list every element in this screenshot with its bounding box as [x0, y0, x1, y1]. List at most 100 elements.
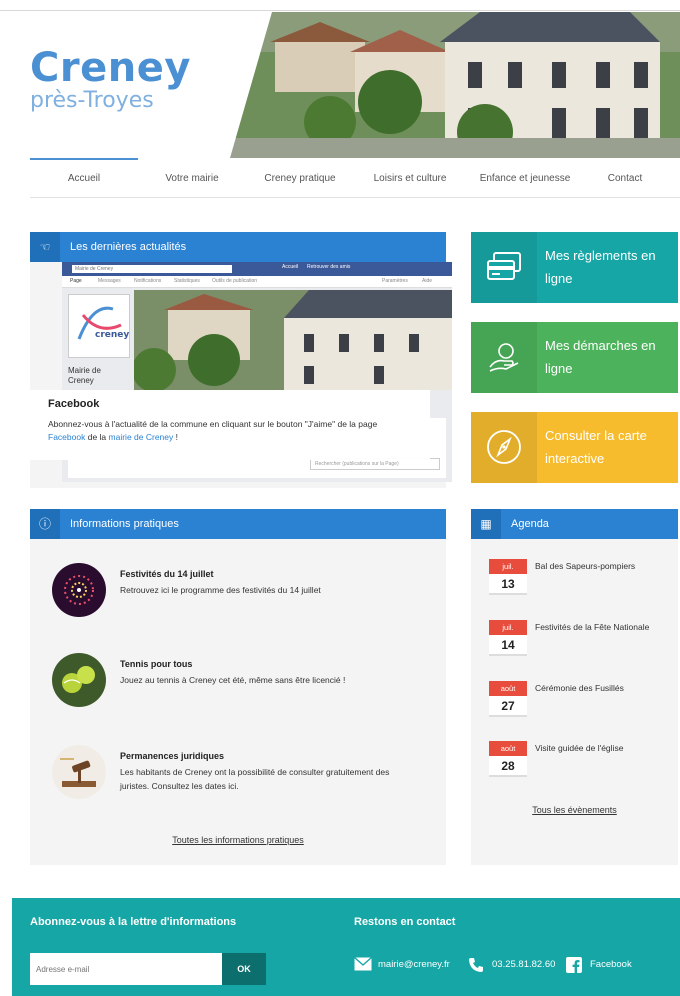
- contact-facebook-link[interactable]: Facebook: [566, 956, 656, 974]
- nav-item-enfance-jeunesse[interactable]: Enfance et jeunesse: [470, 160, 580, 198]
- fb-bar-link-friends: Retrouver des amis: [307, 264, 351, 270]
- fb-bar-link-home: Accueil: [282, 264, 299, 270]
- all-info-link[interactable]: Toutes les informations pratiques: [30, 835, 446, 845]
- event-day: 13: [501, 577, 515, 591]
- tile-label-carte: Consulter la carte interactive: [545, 428, 647, 466]
- news-panel: ☜ Les dernières actualités Mairie de Cre…: [30, 232, 452, 488]
- contact-email-link[interactable]: mairie@creney.fr: [354, 956, 464, 974]
- agenda-panel-header: ▦ Agenda: [471, 509, 678, 539]
- info-title-festivites: Festivités du 14 juillet: [120, 569, 214, 579]
- event-month: août: [489, 741, 527, 756]
- fb-logo-text: creney: [95, 330, 129, 340]
- event-title: Cérémonie des Fusillés: [535, 683, 624, 693]
- fireworks-thumbnail: [52, 563, 106, 617]
- facebook-icon: [566, 957, 582, 973]
- post-text-part1: Abonnez-vous à l'actualité de la commune…: [48, 419, 378, 429]
- justice-thumbnail: [52, 745, 106, 799]
- event-title: Bal des Sapeurs-pompiers: [535, 561, 636, 571]
- hero-image: [230, 12, 680, 158]
- agenda-panel: ▦ Agenda juil. 13 Bal des Sapeurs-pompie…: [471, 509, 678, 865]
- nav-item-votre-mairie[interactable]: Votre mairie: [142, 160, 242, 198]
- info-title-permanences: Permanences juridiques: [120, 751, 225, 761]
- info-desc-permanences: Les habitants de Creney ont la possibili…: [120, 767, 390, 791]
- all-events-link[interactable]: Tous les évènements: [471, 805, 678, 815]
- contact-phone: 03.25.81.82.60: [492, 959, 556, 970]
- facebook-link[interactable]: Facebook: [48, 432, 85, 442]
- main-nav: Accueil Votre mairie Creney pratique Loi…: [30, 158, 680, 198]
- post-text-part2: de la: [87, 432, 107, 442]
- site-header: Creney près-Troyes: [0, 0, 680, 160]
- fb-page-avatar: creney: [68, 294, 130, 358]
- hand-icon: [471, 322, 537, 393]
- site-subtitle: près-Troyes: [30, 88, 154, 113]
- info-title-tennis: Tennis pour tous: [120, 659, 193, 669]
- fb-page-name: Mairie de Creney: [68, 366, 101, 385]
- tennis-thumbnail: [52, 653, 106, 707]
- nav-item-loisirs-culture[interactable]: Loisirs et culture: [360, 160, 460, 198]
- event-title: Visite guidée de l'église: [535, 743, 624, 753]
- post-text: Abonnez-vous à l'actualité de la commune…: [48, 418, 412, 444]
- nav-item-creney-pratique[interactable]: Creney pratique: [250, 160, 350, 198]
- site-name: Creney: [30, 45, 191, 91]
- tile-demarches-en-ligne[interactable]: Mes démarches en ligne: [471, 322, 678, 393]
- fb-tab-tools: Outils de publication: [212, 278, 258, 284]
- credit-card-icon: [471, 232, 537, 303]
- news-panel-header: ☜ Les dernières actualités: [30, 232, 446, 262]
- tile-label-demarches: Mes démarches en ligne: [545, 338, 656, 376]
- phone-icon: [469, 958, 483, 972]
- event-day: 27: [501, 699, 515, 713]
- fb-tab-help: Aide: [422, 278, 433, 284]
- event-title: Festivités de la Fête Nationale: [535, 622, 650, 632]
- post-text-part3: !: [175, 432, 179, 442]
- fb-tab-messages: Messages: [98, 278, 121, 284]
- thumbs-up-icon: ☜: [30, 232, 60, 262]
- event-month: juil.: [489, 559, 527, 574]
- nav-item-accueil[interactable]: Accueil: [30, 160, 138, 198]
- info-item-festivites[interactable]: Festivités du 14 juillet Retrouvez ici l…: [52, 563, 442, 623]
- event-month: août: [489, 681, 527, 696]
- fb-tab-notifications: Notifications: [134, 278, 162, 284]
- fb-search-field: Mairie de Creney: [72, 265, 232, 273]
- news-panel-title: Les dernières actualités: [70, 241, 187, 253]
- tile-label-reglements: Mes règlements en ligne: [545, 248, 656, 286]
- tile-reglements-en-ligne[interactable]: Mes règlements en ligne: [471, 232, 678, 303]
- facebook-post-card: Facebook Abonnez-vous à l'actualité de l…: [30, 390, 430, 460]
- tile-carte-interactive[interactable]: Consulter la carte interactive: [471, 412, 678, 483]
- fb-tab-settings: Paramètres: [382, 278, 408, 284]
- info-panel-header: ⓘ Informations pratiques: [30, 509, 446, 539]
- info-icon: ⓘ: [30, 509, 60, 539]
- fb-tab-page: Page: [70, 278, 82, 284]
- calendar-icon: ▦: [471, 509, 501, 539]
- fb-top-bar: Mairie de Creney Accueil Retrouver des a…: [62, 262, 452, 276]
- info-panel-title: Informations pratiques: [70, 518, 179, 530]
- info-desc-tennis: Jouez au tennis à Creney cet été, même s…: [120, 675, 346, 685]
- agenda-panel-title: Agenda: [511, 518, 549, 530]
- event-date-badge: août 27: [489, 681, 527, 717]
- newsletter-email-input[interactable]: [30, 953, 222, 985]
- site-footer: Abonnez-vous à la lettre d'informations …: [12, 898, 680, 996]
- newsletter-submit-button[interactable]: OK: [222, 953, 266, 985]
- info-panel: ⓘ Informations pratiques Festivités du 1…: [30, 509, 446, 865]
- contact-facebook: Facebook: [590, 959, 632, 970]
- site-logo[interactable]: Creney près-Troyes: [30, 48, 191, 114]
- nav-item-contact[interactable]: Contact: [592, 160, 658, 198]
- fb-tabs: Page Messages Notifications Statistiques…: [62, 276, 452, 288]
- event-date-badge: juil. 13: [489, 559, 527, 595]
- envelope-icon: [354, 957, 372, 971]
- info-desc-festivites: Retrouvez ici le programme des festivité…: [120, 585, 321, 595]
- newsletter-title: Abonnez-vous à la lettre d'informations: [30, 916, 237, 928]
- contact-phone-link[interactable]: 03.25.81.82.60: [468, 956, 568, 974]
- contact-email: mairie@creney.fr: [378, 959, 450, 970]
- event-date-badge: juil. 14: [489, 620, 527, 656]
- event-day: 28: [501, 759, 515, 773]
- info-item-tennis[interactable]: Tennis pour tous Jouez au tennis à Crene…: [52, 653, 442, 713]
- info-item-permanences[interactable]: Permanences juridiques Les habitants de …: [52, 745, 442, 805]
- event-date-badge: août 28: [489, 741, 527, 777]
- compass-icon: [471, 412, 537, 483]
- fb-tab-stats: Statistiques: [174, 278, 200, 284]
- fb-cover-photo: [132, 290, 452, 392]
- event-day: 14: [501, 638, 515, 652]
- mairie-creney-link[interactable]: mairie de Creney: [109, 432, 174, 442]
- top-divider: [0, 10, 680, 11]
- event-month: juil.: [489, 620, 527, 635]
